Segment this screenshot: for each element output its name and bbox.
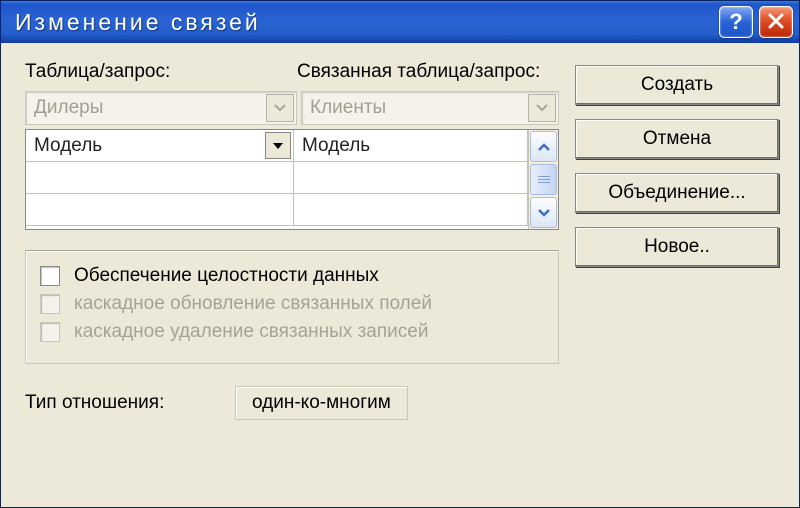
checkbox-cascade-delete — [40, 322, 60, 342]
table-row — [26, 162, 528, 194]
fields-grid: Модель Модель — [25, 129, 559, 230]
combos-row: Дилеры Клиенты — [25, 91, 559, 125]
related-table-combo-value: Клиенты — [310, 97, 386, 119]
left-column: Таблица/запрос: Связанная таблица/запрос… — [25, 61, 575, 489]
grid-body: Модель Модель — [26, 130, 528, 229]
related-table-combo[interactable]: Клиенты — [301, 91, 559, 125]
dialog-window: Изменение связей ? Таблица/запрос: Связа… — [0, 0, 800, 508]
table-row — [26, 194, 528, 226]
scroll-thumb[interactable] — [530, 164, 557, 195]
create-button-label: Создать — [641, 74, 713, 96]
labels-row: Таблица/запрос: Связанная таблица/запрос… — [25, 61, 559, 83]
close-button[interactable] — [759, 6, 793, 38]
checkbox-integrity-label: Обеспечение целостности данных — [74, 265, 379, 287]
empty-cell[interactable] — [294, 194, 528, 226]
checkbox-cascade-update — [40, 294, 60, 314]
left-field-value: Модель — [34, 135, 102, 157]
left-field-dropdown-button[interactable] — [265, 132, 291, 159]
checkbox-integrity[interactable] — [40, 266, 60, 286]
table-combo-value: Дилеры — [34, 97, 103, 119]
dialog-body: Таблица/запрос: Связанная таблица/запрос… — [1, 43, 799, 507]
window-title: Изменение связей — [15, 9, 713, 36]
chevron-down-icon — [536, 104, 548, 112]
help-icon: ? — [729, 9, 742, 35]
table-combo[interactable]: Дилеры — [25, 91, 297, 125]
related-table-combo-dropdown-button[interactable] — [528, 94, 556, 122]
help-button[interactable]: ? — [719, 6, 753, 38]
chevron-down-icon — [538, 209, 550, 217]
checkbox-cascade-update-label: каскадное обновление связанных полей — [74, 293, 432, 315]
join-button-label: Объединение... — [608, 182, 745, 204]
right-field-cell[interactable]: Модель — [294, 130, 528, 162]
checkbox-row-cascade-delete: каскадное удаление связанных записей — [40, 321, 544, 343]
empty-cell[interactable] — [26, 194, 294, 226]
integrity-group: Обеспечение целостности данных каскадное… — [25, 250, 559, 364]
empty-cell[interactable] — [26, 162, 294, 194]
label-related-table-query: Связанная таблица/запрос: — [297, 61, 540, 83]
checkbox-row-integrity[interactable]: Обеспечение целостности данных — [40, 265, 544, 287]
create-button[interactable]: Создать — [575, 65, 779, 105]
chevron-down-icon — [274, 104, 286, 112]
relation-type-value: один-ко-многим — [235, 386, 408, 420]
titlebar: Изменение связей ? — [1, 1, 799, 43]
empty-cell[interactable] — [294, 162, 528, 194]
new-button[interactable]: Новое.. — [575, 227, 779, 267]
label-table-query: Таблица/запрос: — [25, 61, 297, 83]
close-icon — [768, 9, 784, 35]
scroll-up-button[interactable] — [530, 131, 557, 162]
caret-down-icon — [273, 143, 283, 149]
left-field-cell[interactable]: Модель — [26, 130, 294, 162]
button-column: Создать Отмена Объединение... Новое.. — [575, 61, 779, 489]
table-combo-dropdown-button[interactable] — [266, 94, 294, 122]
join-button[interactable]: Объединение... — [575, 173, 779, 213]
right-field-value: Модель — [302, 135, 370, 157]
new-button-label: Новое.. — [644, 236, 710, 258]
vertical-scrollbar[interactable] — [528, 130, 558, 229]
relation-type-label: Тип отношения: — [25, 392, 235, 414]
table-row: Модель Модель — [26, 130, 528, 162]
checkbox-row-cascade-update: каскадное обновление связанных полей — [40, 293, 544, 315]
scroll-down-button[interactable] — [530, 197, 557, 228]
relation-type-row: Тип отношения: один-ко-многим — [25, 386, 559, 420]
cancel-button-label: Отмена — [643, 128, 711, 150]
chevron-up-icon — [538, 143, 550, 151]
checkbox-cascade-delete-label: каскадное удаление связанных записей — [74, 321, 428, 343]
cancel-button[interactable]: Отмена — [575, 119, 779, 159]
